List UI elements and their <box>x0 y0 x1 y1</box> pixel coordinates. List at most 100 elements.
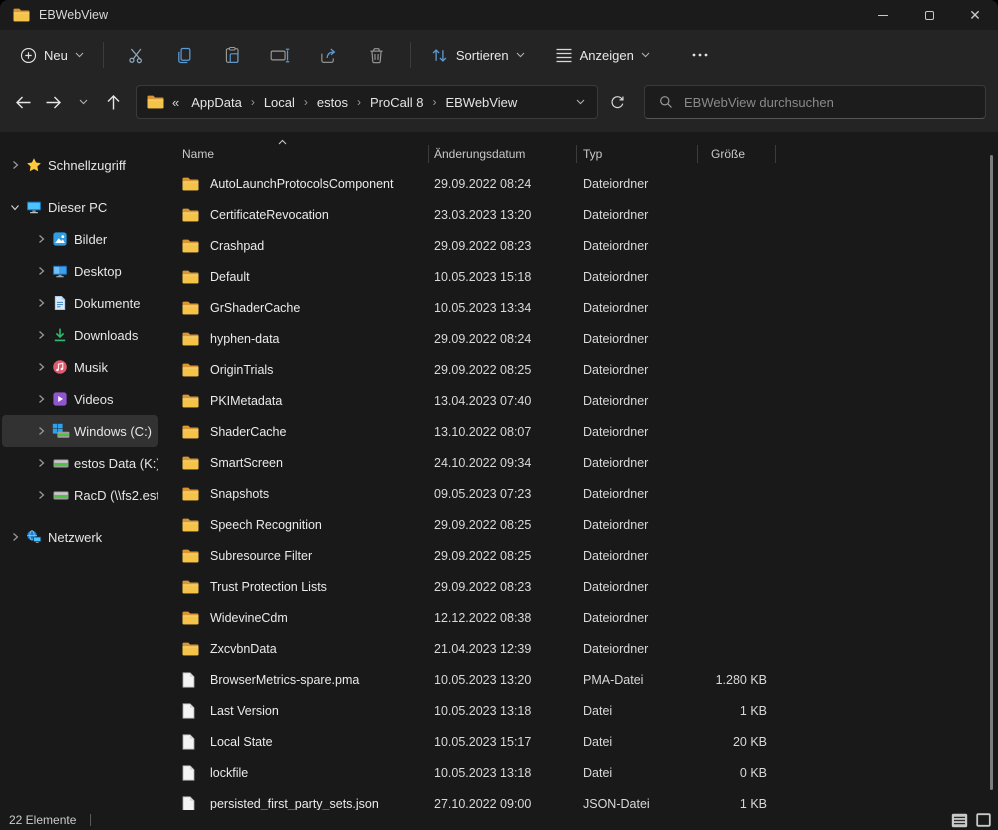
breadcrumb-item-appdata[interactable]: AppData <box>187 92 246 113</box>
table-row[interactable]: ShaderCache13.10.2022 08:07Dateiordner <box>160 416 998 447</box>
details-view-button[interactable] <box>950 812 969 829</box>
close-button[interactable]: ✕ <box>952 0 998 30</box>
sidebar-item-schnellzugriff[interactable]: Schnellzugriff <box>2 149 158 181</box>
sidebar-item-bilder[interactable]: Bilder <box>2 223 158 255</box>
table-row[interactable]: WidevineCdm12.12.2022 08:38Dateiordner <box>160 602 998 633</box>
table-row[interactable]: BrowserMetrics-spare.pma10.05.2023 13:20… <box>160 664 998 695</box>
chevron-right-icon[interactable] <box>36 266 52 276</box>
sidebar-item-dokumente[interactable]: Dokumente <box>2 287 158 319</box>
breadcrumb: AppData›Local›estos›ProCall 8›EBWebView <box>187 92 572 113</box>
breadcrumb-overflow-chevron[interactable]: « <box>172 95 179 110</box>
sidebar-item-windows-c[interactable]: Windows (C:) <box>2 415 158 447</box>
icons-view-button[interactable] <box>975 812 992 828</box>
new-button[interactable]: Neu <box>10 40 94 71</box>
column-divider[interactable] <box>697 145 698 163</box>
address-dropdown-button[interactable] <box>572 95 589 109</box>
arrow-up-icon <box>106 94 121 111</box>
file-name: ZxcvbnData <box>210 642 434 656</box>
breadcrumb-item-local[interactable]: Local <box>260 92 299 113</box>
breadcrumb-item-procall-8[interactable]: ProCall 8 <box>366 92 427 113</box>
table-row[interactable]: Subresource Filter29.09.2022 08:25Dateio… <box>160 540 998 571</box>
table-row[interactable]: PKIMetadata13.04.2023 07:40Dateiordner <box>160 385 998 416</box>
table-row[interactable]: lockfile10.05.2023 13:18Datei0 KB <box>160 757 998 788</box>
up-button[interactable] <box>98 87 128 117</box>
see-more-button[interactable] <box>678 38 722 72</box>
chevron-down-icon <box>75 52 84 58</box>
share-button[interactable] <box>307 38 351 72</box>
sidebar-item-netzwerk[interactable]: Netzwerk <box>2 521 158 553</box>
table-row[interactable]: Trust Protection Lists29.09.2022 08:23Da… <box>160 571 998 602</box>
chevron-right-icon[interactable] <box>36 458 52 468</box>
sidebar-item-videos[interactable]: Videos <box>2 383 158 415</box>
column-header-size[interactable]: Größe <box>703 147 771 161</box>
copy-button[interactable] <box>163 38 207 72</box>
file-name: persisted_first_party_sets.json <box>210 797 434 811</box>
table-row[interactable]: hyphen-data29.09.2022 08:24Dateiordner <box>160 323 998 354</box>
search-input[interactable] <box>684 95 975 110</box>
sidebar-item-dieser-pc[interactable]: Dieser PC <box>2 191 158 223</box>
rename-button[interactable] <box>259 38 303 72</box>
table-row[interactable]: SmartScreen24.10.2022 09:34Dateiordner <box>160 447 998 478</box>
file-explorer-window: EBWebView ✕ Neu Sortieren Anzeigen <box>0 0 998 830</box>
table-row[interactable]: Last Version10.05.2023 13:18Datei1 KB <box>160 695 998 726</box>
address-bar[interactable]: « AppData›Local›estos›ProCall 8›EBWebVie… <box>136 85 598 119</box>
column-divider[interactable] <box>428 145 429 163</box>
table-row[interactable]: Default10.05.2023 15:18Dateiordner <box>160 261 998 292</box>
chevron-right-icon[interactable] <box>10 532 26 542</box>
breadcrumb-separator: › <box>352 95 366 109</box>
chevron-right-icon[interactable] <box>36 394 52 404</box>
sidebar-item-musik[interactable]: Musik <box>2 351 158 383</box>
minimize-button[interactable] <box>860 0 906 30</box>
column-divider[interactable] <box>775 145 776 163</box>
chevron-right-icon[interactable] <box>10 160 26 170</box>
chevron-right-icon[interactable] <box>36 490 52 500</box>
file-name: Subresource Filter <box>210 549 434 563</box>
sort-button[interactable]: Sortieren <box>420 40 535 71</box>
column-headers: Name Änderungsdatum Typ Größe <box>160 140 998 168</box>
chevron-right-icon[interactable] <box>36 426 52 436</box>
folder-icon <box>182 332 210 346</box>
table-row[interactable]: Snapshots09.05.2023 07:23Dateiordner <box>160 478 998 509</box>
breadcrumb-item-estos[interactable]: estos <box>313 92 352 113</box>
chevron-right-icon[interactable] <box>36 330 52 340</box>
breadcrumb-item-ebwebview[interactable]: EBWebView <box>441 92 521 113</box>
column-divider[interactable] <box>576 145 577 163</box>
back-button[interactable] <box>8 87 38 117</box>
maximize-button[interactable] <box>906 0 952 30</box>
sidebar-item-racd-fs2-estos-c[interactable]: RacD (\\fs2.estos.c <box>2 479 158 511</box>
chevron-right-icon[interactable] <box>36 362 52 372</box>
drive-icon <box>52 455 74 471</box>
table-row[interactable]: persisted_first_party_sets.json27.10.202… <box>160 788 998 810</box>
sidebar-item-estos-data-k[interactable]: estos Data (K:) <box>2 447 158 479</box>
recent-locations-button[interactable] <box>68 87 98 117</box>
vertical-scrollbar[interactable] <box>990 155 993 790</box>
file-size: 1.280 KB <box>703 673 775 687</box>
refresh-button[interactable] <box>602 87 632 117</box>
drive-windows-icon <box>52 423 74 439</box>
forward-button[interactable] <box>38 87 68 117</box>
breadcrumb-separator: › <box>246 95 260 109</box>
column-header-name[interactable]: Name <box>182 147 434 161</box>
chevron-right-icon[interactable] <box>36 234 52 244</box>
table-row[interactable]: ZxcvbnData21.04.2023 12:39Dateiordner <box>160 633 998 664</box>
table-row[interactable]: AutoLaunchProtocolsComponent29.09.2022 0… <box>160 168 998 199</box>
table-row[interactable]: CertificateRevocation23.03.2023 13:20Dat… <box>160 199 998 230</box>
sidebar-item-desktop[interactable]: Desktop <box>2 255 158 287</box>
table-row[interactable]: Local State10.05.2023 15:17Datei20 KB <box>160 726 998 757</box>
table-row[interactable]: OriginTrials29.09.2022 08:25Dateiordner <box>160 354 998 385</box>
table-row[interactable]: Crashpad29.09.2022 08:23Dateiordner <box>160 230 998 261</box>
table-row[interactable]: Speech Recognition29.09.2022 08:25Dateio… <box>160 509 998 540</box>
paste-button[interactable] <box>211 38 255 72</box>
table-row[interactable]: GrShaderCache10.05.2023 13:34Dateiordner <box>160 292 998 323</box>
chevron-down-icon[interactable] <box>10 202 26 212</box>
sidebar-item-downloads[interactable]: Downloads <box>2 319 158 351</box>
file-name: WidevineCdm <box>210 611 434 625</box>
file-type: Datei <box>583 704 703 718</box>
column-header-type[interactable]: Typ <box>583 147 703 161</box>
column-header-date[interactable]: Änderungsdatum <box>434 147 583 161</box>
file-type: Dateiordner <box>583 518 703 532</box>
cut-button[interactable] <box>115 38 159 72</box>
chevron-right-icon[interactable] <box>36 298 52 308</box>
view-button[interactable]: Anzeigen <box>545 41 660 70</box>
delete-button[interactable] <box>355 38 399 72</box>
